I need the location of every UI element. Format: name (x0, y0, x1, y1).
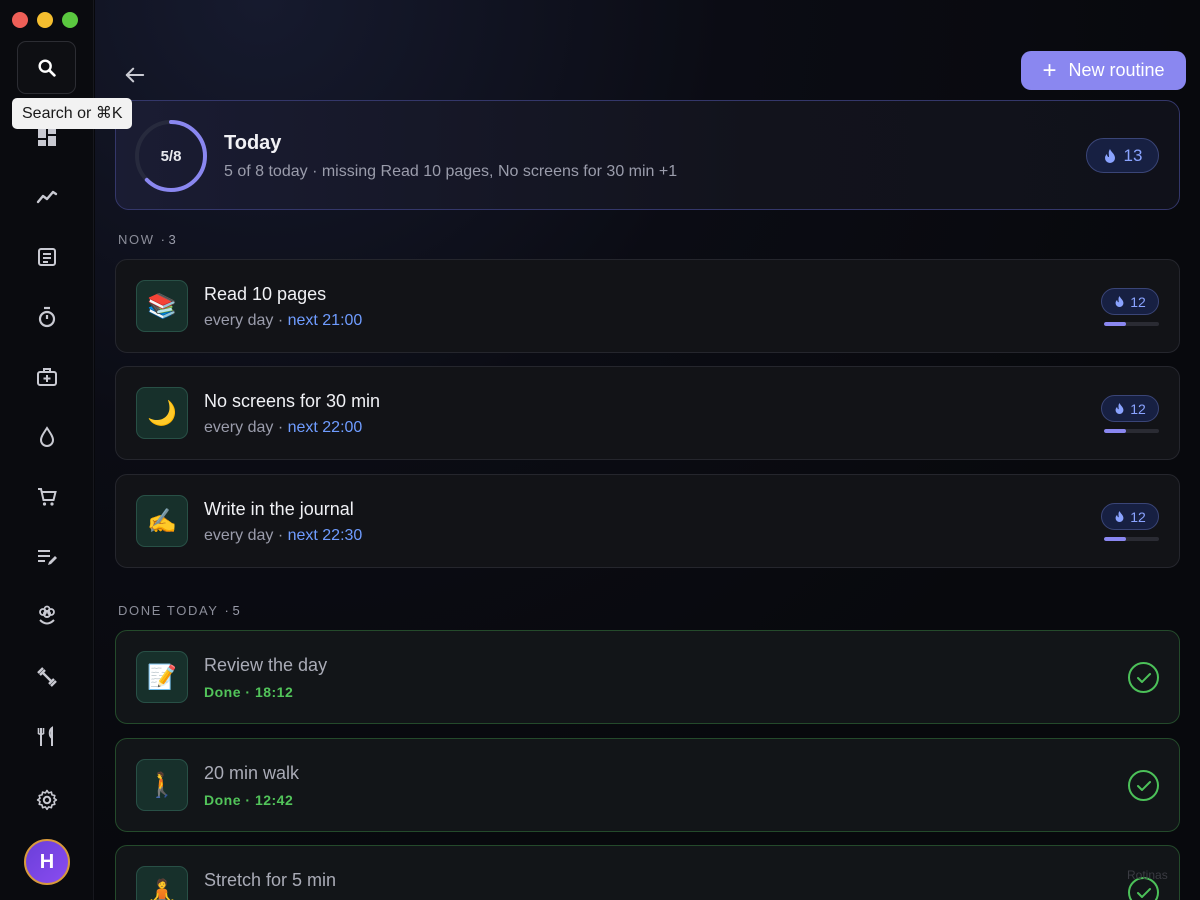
routine-progress-fill (1104, 537, 1126, 541)
routine-progress-fill (1104, 429, 1126, 433)
routine-title: Write in the journal (204, 499, 354, 519)
sidebar-item-workout[interactable] (30, 660, 64, 694)
routine-emoji-icon: 🚶 (136, 759, 188, 811)
routine-frequency: every day · (204, 312, 288, 329)
routine-progress-bar (1104, 429, 1159, 433)
dumbbell-icon (37, 667, 57, 687)
search-tooltip: Search or ⌘K (12, 98, 133, 129)
streak-badge: 12 (1101, 503, 1159, 530)
search-icon (37, 58, 56, 77)
routine-emoji-icon: 🌙 (136, 387, 188, 439)
routine-done-status: Done · 12:42 (204, 792, 294, 808)
flame-icon (1115, 403, 1124, 414)
routine-done-status: Done · 18:12 (204, 684, 294, 700)
streak-badge: 12 (1101, 288, 1159, 315)
routine-emoji-icon: ✍️ (136, 495, 188, 547)
total-streak-count: 13 (1123, 145, 1143, 165)
routine-next-time: next 22:00 (287, 419, 363, 436)
sidebar: Search or ⌘K H (0, 0, 133, 900)
routine-schedule: every day · next 22:30 (204, 527, 362, 545)
new-routine-label: New routine (1068, 60, 1165, 80)
today-subtitle: 5 of 8 today · missing Read 10 pages, No… (224, 163, 678, 180)
close-window-button[interactable] (12, 12, 28, 28)
maximize-window-button[interactable] (62, 12, 78, 28)
sidebar-item-meals[interactable] (30, 720, 64, 754)
routine-schedule: every day · next 21:00 (204, 312, 362, 330)
routine-card[interactable]: ✍️ Write in the journal every day · next… (115, 474, 1180, 568)
sidebar-item-notes[interactable] (30, 240, 64, 274)
water-drop-icon (39, 426, 55, 447)
today-summary-card: 5/8 Today 5 of 8 today · missing Read 10… (115, 100, 1180, 210)
back-button[interactable] (121, 62, 149, 88)
routine-progress-bar (1104, 537, 1159, 541)
streak-count: 12 (1130, 508, 1146, 525)
progress-ring-label: 5/8 (160, 147, 182, 165)
flame-icon (1115, 296, 1124, 307)
today-title: Today (224, 132, 282, 154)
main-content: + New routine 5/8 Today 5 of 8 today · m… (95, 0, 1200, 900)
arrow-left-icon (125, 67, 145, 83)
routine-title: 20 min walk (204, 763, 300, 783)
gear-icon (36, 789, 58, 811)
routine-title: No screens for 30 min (204, 391, 381, 411)
flame-icon (1115, 511, 1124, 522)
notes-icon (38, 248, 56, 266)
check-circle-icon[interactable] (1128, 662, 1159, 693)
search-button[interactable] (17, 41, 76, 94)
routine-card[interactable]: 🌙 No screens for 30 min every day · next… (115, 366, 1180, 460)
timer-icon (38, 306, 56, 328)
window-controls (12, 12, 78, 28)
routine-title: Read 10 pages (204, 284, 327, 304)
routine-frequency: every day · (204, 419, 288, 436)
routine-card[interactable]: 📚 Read 10 pages every day · next 21:00 1… (115, 259, 1180, 353)
sidebar-item-trends[interactable] (30, 180, 64, 214)
section-now-header: NOW · 3 (118, 232, 176, 247)
section-done-header: DONE TODAY · 5 (118, 603, 240, 618)
flame-icon (1104, 148, 1115, 163)
routine-emoji-icon: 🧘 (136, 866, 188, 900)
section-now-label: NOW (118, 232, 155, 247)
sidebar-item-mindfulness[interactable] (30, 600, 64, 634)
done-routine-card[interactable]: 🧘 Stretch for 5 min (115, 845, 1180, 900)
routine-progress-bar (1104, 322, 1159, 326)
routine-next-time: next 21:00 (287, 312, 363, 329)
sidebar-item-water[interactable] (30, 420, 64, 454)
streak-badge: 12 (1101, 395, 1159, 422)
routine-emoji-icon: 📝 (136, 651, 188, 703)
routine-next-time: next 22:30 (287, 527, 363, 544)
done-routine-card[interactable]: 🚶 20 min walk Done · 12:42 (115, 738, 1180, 832)
total-streak-badge[interactable]: 13 (1086, 138, 1159, 173)
edit-list-icon (38, 550, 57, 565)
section-done-count: · 5 (224, 603, 240, 618)
trend-icon (36, 190, 58, 204)
section-done-label: DONE TODAY (118, 603, 219, 618)
avatar[interactable]: H (24, 839, 70, 885)
done-routine-card[interactable]: 📝 Review the day Done · 18:12 (115, 630, 1180, 724)
routine-progress-fill (1104, 322, 1126, 326)
cart-icon (38, 488, 57, 506)
sidebar-item-shopping[interactable] (30, 480, 64, 514)
sidebar-item-timer[interactable] (30, 300, 64, 334)
streak-count: 12 (1130, 293, 1146, 310)
section-now-count: · 3 (160, 232, 176, 247)
routine-schedule: every day · next 22:00 (204, 419, 362, 437)
medkit-icon (37, 368, 57, 386)
minimize-window-button[interactable] (37, 12, 53, 28)
sidebar-item-lists[interactable] (30, 540, 64, 574)
utensils-icon (37, 726, 53, 746)
streak-count: 12 (1130, 400, 1146, 417)
routine-emoji-icon: 📚 (136, 280, 188, 332)
new-routine-button[interactable]: + New routine (1021, 51, 1186, 90)
plus-icon: + (1042, 56, 1057, 84)
sidebar-item-settings[interactable] (30, 783, 64, 817)
routine-frequency: every day · (204, 527, 288, 544)
sidebar-item-health[interactable] (30, 360, 64, 394)
flower-icon (39, 605, 55, 625)
app-watermark: Rotinas (1127, 868, 1168, 882)
routine-title: Stretch for 5 min (204, 870, 337, 890)
check-circle-icon[interactable] (1128, 770, 1159, 801)
routine-title: Review the day (204, 655, 328, 675)
